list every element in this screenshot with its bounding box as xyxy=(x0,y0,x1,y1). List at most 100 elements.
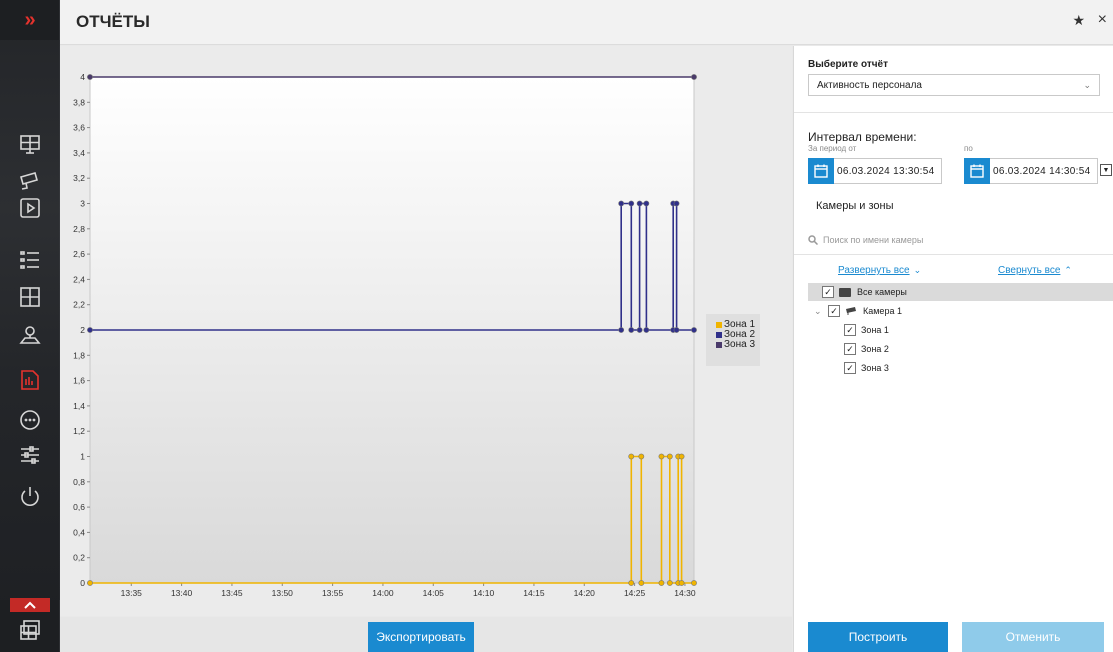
report-select-value: Активность персонала xyxy=(817,80,922,91)
tree-zone-2[interactable]: ✓ Зона 2 xyxy=(808,340,889,358)
pin-icon[interactable]: ★ xyxy=(1072,12,1085,29)
to-label: по xyxy=(964,144,973,153)
report-select[interactable]: Активность персонала ⌄ xyxy=(808,74,1100,96)
tree-camera-1[interactable]: ⌄ ✓ Камера 1 xyxy=(808,302,902,320)
from-label: За период от xyxy=(808,144,857,153)
x-tick-label: 14:00 xyxy=(372,588,394,598)
chevron-down-icon[interactable]: ⌄ xyxy=(814,306,822,317)
y-tick-label: 2,4 xyxy=(73,274,85,284)
data-point xyxy=(691,74,697,80)
data-point xyxy=(636,327,643,333)
collapse-all-label: Свернуть все xyxy=(998,265,1061,276)
checkbox[interactable]: ✓ xyxy=(844,343,856,355)
data-point xyxy=(618,327,625,333)
more-icon[interactable] xyxy=(15,405,45,435)
data-point xyxy=(673,200,680,207)
y-tick-label: 0,2 xyxy=(73,553,85,563)
data-point xyxy=(678,453,685,460)
y-tick-label: 3,2 xyxy=(73,173,85,183)
tree-root-all-cameras[interactable]: ✓ Все камеры xyxy=(808,283,1113,301)
dropdown-arrow-icon[interactable]: ▼ xyxy=(1100,164,1112,176)
chart-legend: Зона 1 Зона 2 Зона 3 xyxy=(706,314,760,366)
reports-icon[interactable] xyxy=(15,365,45,395)
cancel-button[interactable]: Отменить xyxy=(962,622,1104,652)
data-point xyxy=(673,327,680,333)
close-button[interactable]: × xyxy=(1098,11,1107,29)
data-point xyxy=(678,580,685,586)
tree-zone-1[interactable]: ✓ Зона 1 xyxy=(808,321,889,339)
divider xyxy=(794,254,1113,255)
data-point xyxy=(666,453,673,460)
data-point xyxy=(636,200,643,207)
date-from-field[interactable]: 06.03.2024 13:30:54 xyxy=(808,157,942,184)
x-tick-label: 13:55 xyxy=(322,588,344,598)
expand-sidebar-icon[interactable]: » xyxy=(0,0,60,40)
data-point xyxy=(628,327,635,333)
legend-item: Зона 3 xyxy=(716,340,760,350)
collapse-all-link[interactable]: Свернуть все ⌃ xyxy=(998,265,1072,276)
data-point xyxy=(638,453,645,460)
y-tick-label: 1,6 xyxy=(73,376,85,386)
camera-search-input[interactable]: Поиск по имени камеры xyxy=(808,232,1100,248)
calendar-icon[interactable] xyxy=(808,157,834,184)
playback-icon[interactable] xyxy=(15,180,45,218)
checkbox[interactable]: ✓ xyxy=(828,305,840,317)
chevron-up-icon: ⌃ xyxy=(1064,265,1072,275)
export-button[interactable]: Экспортировать xyxy=(368,622,474,652)
app-window: » ОТЧЁТЫ ★ × 0 0,2 0,4 0,6 0,8 1 1,2 1,4… xyxy=(0,0,1113,652)
checkbox[interactable]: ✓ xyxy=(844,324,856,336)
data-point xyxy=(628,453,635,460)
data-point xyxy=(618,200,625,207)
map-icon[interactable] xyxy=(15,320,45,350)
list-icon[interactable] xyxy=(15,245,45,275)
camera-label: Камера 1 xyxy=(863,306,902,316)
tree-zone-3[interactable]: ✓ Зона 3 xyxy=(808,359,889,377)
x-tick-label: 13:50 xyxy=(272,588,294,598)
chevron-down-icon: ⌄ xyxy=(913,265,922,275)
data-point xyxy=(658,580,665,586)
calendar-icon[interactable] xyxy=(964,157,990,184)
y-tick-label: 3 xyxy=(80,199,85,209)
y-tick-label: 3,8 xyxy=(73,97,85,107)
folder-icon xyxy=(839,287,851,297)
y-tick-label: 2,8 xyxy=(73,224,85,234)
y-tick-label: 2,6 xyxy=(73,249,85,259)
x-tick-label: 13:35 xyxy=(121,588,143,598)
x-tick-label: 13:45 xyxy=(221,588,243,598)
date-to-field[interactable]: 06.03.2024 14:30:54 xyxy=(964,157,1098,184)
expand-all-link[interactable]: Развернуть все ⌄ xyxy=(838,265,921,276)
divider xyxy=(794,112,1113,113)
layout-icon[interactable] xyxy=(15,282,45,312)
y-tick-label: 0,6 xyxy=(73,502,85,512)
data-point xyxy=(87,580,93,586)
checkbox[interactable]: ✓ xyxy=(844,362,856,374)
y-tick-label: 2 xyxy=(80,325,85,335)
y-tick-label: 0 xyxy=(80,578,85,588)
x-tick-label: 14:10 xyxy=(473,588,495,598)
data-point xyxy=(87,327,93,333)
tree-root-label: Все камеры xyxy=(857,287,907,297)
data-point xyxy=(628,580,635,586)
power-icon[interactable] xyxy=(15,482,45,512)
y-tick-label: 4 xyxy=(80,72,85,82)
report-select-label: Выберите отчёт xyxy=(808,59,889,70)
chevron-up-icon[interactable] xyxy=(10,598,50,612)
y-tick-label: 2,2 xyxy=(73,300,85,310)
data-point xyxy=(691,580,697,586)
x-tick-label: 13:40 xyxy=(171,588,193,598)
data-point xyxy=(658,453,665,460)
legend-label: Зона 3 xyxy=(724,339,756,350)
y-tick-label: 0,8 xyxy=(73,477,85,487)
settings-sliders-icon[interactable] xyxy=(15,440,45,470)
build-button[interactable]: Построить xyxy=(808,622,948,652)
x-tick-label: 14:25 xyxy=(624,588,646,598)
camera-search-placeholder: Поиск по имени камеры xyxy=(823,235,924,245)
checkbox[interactable]: ✓ xyxy=(822,286,834,298)
x-tick-label: 14:20 xyxy=(574,588,596,598)
x-tick-label: 14:15 xyxy=(523,588,545,598)
interval-label: Интервал времени: xyxy=(808,130,917,144)
report-settings-panel: Выберите отчёт Активность персонала ⌄ Ин… xyxy=(793,46,1113,652)
windows-icon[interactable] xyxy=(15,615,45,645)
cameras-zones-label: Камеры и зоны xyxy=(816,200,894,212)
monitor-icon[interactable] xyxy=(15,130,45,160)
